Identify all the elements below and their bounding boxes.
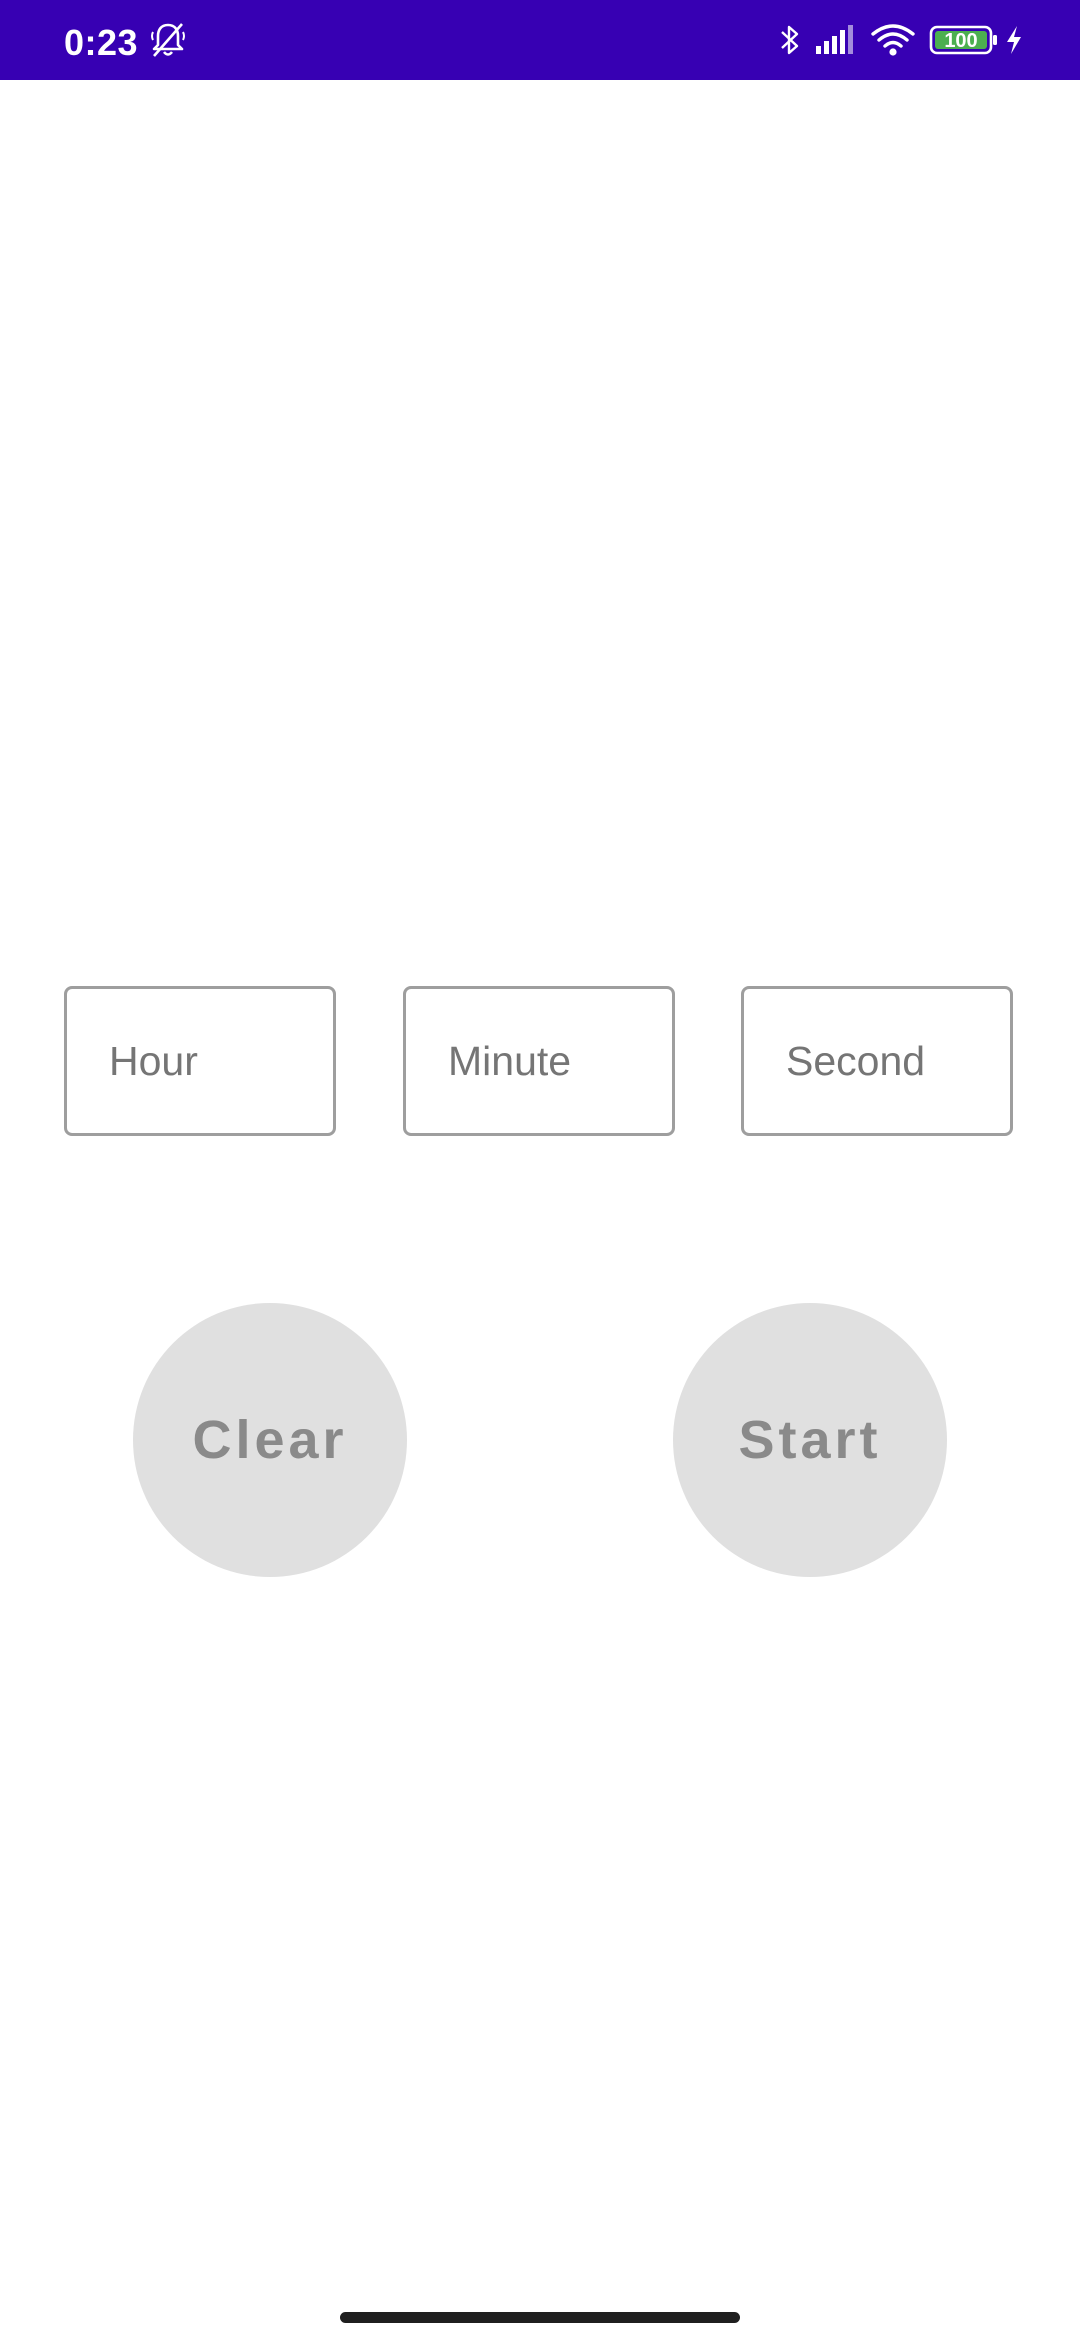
minute-input[interactable]	[406, 989, 672, 1133]
status-bar: 0:23 100	[0, 0, 1080, 80]
status-time: 0:23	[64, 22, 139, 63]
clear-button[interactable]: Clear	[133, 1303, 407, 1577]
start-button[interactable]: Start	[673, 1303, 947, 1577]
charging-bolt-icon	[1002, 0, 1026, 80]
hour-field[interactable]	[64, 986, 336, 1136]
battery-icon: 100	[928, 0, 1000, 80]
start-button-label: Start	[738, 1410, 882, 1470]
battery-level-text: 100	[944, 30, 977, 52]
wifi-icon	[868, 0, 918, 80]
clear-button-label: Clear	[192, 1410, 348, 1470]
gesture-nav-handle[interactable]	[340, 2312, 740, 2323]
bluetooth-icon	[776, 0, 804, 80]
minute-field[interactable]	[403, 986, 675, 1136]
second-input[interactable]	[744, 989, 1010, 1133]
bell-muted-icon	[148, 0, 188, 80]
second-field[interactable]	[741, 986, 1013, 1136]
timer-screen: 0:23 100 Hour Minute Second Clear Start	[0, 0, 1080, 2340]
hour-input[interactable]	[67, 989, 333, 1133]
cell-signal-icon	[812, 0, 858, 80]
